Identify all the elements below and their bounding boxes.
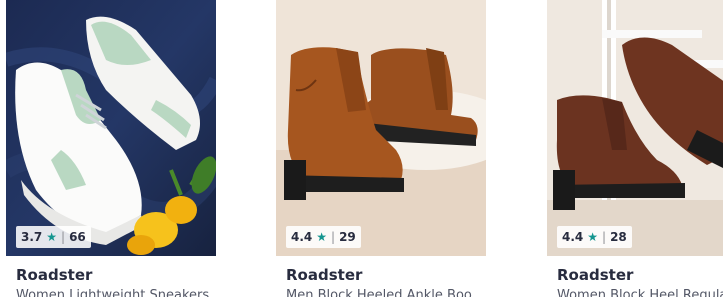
rating-count: 66 — [69, 230, 86, 244]
rating-separator: | — [331, 230, 336, 244]
rating-value: 4.4 — [291, 230, 313, 244]
rating-count: 28 — [610, 230, 627, 244]
product-grid: 3.7 ★ | 66 Roadster Women Lightweight Sn… — [0, 0, 723, 297]
product-image[interactable]: 4.4 ★ | 29 — [276, 0, 486, 256]
rating-value: 3.7 — [21, 230, 43, 244]
product-name: Women Lightweight Sneakers — [16, 288, 210, 297]
rating-separator: | — [61, 230, 66, 244]
rating-badge: 3.7 ★ | 66 — [16, 226, 91, 248]
product-card[interactable]: 3.7 ★ | 66 Roadster Women Lightweight Sn… — [6, 0, 216, 297]
product-image[interactable]: 3.7 ★ | 66 — [6, 0, 216, 256]
rating-badge: 4.4 ★ | 28 — [557, 226, 632, 248]
product-card[interactable]: 4.4 ★ | 28 Roadster Women Block Heel Reg… — [547, 0, 723, 297]
product-brand: Roadster — [16, 266, 93, 284]
rating-badge: 4.4 ★ | 29 — [286, 226, 361, 248]
star-icon: ★ — [587, 230, 599, 244]
star-icon: ★ — [46, 230, 58, 244]
product-brand: Roadster — [557, 266, 634, 284]
product-image[interactable]: 4.4 ★ | 28 — [547, 0, 723, 256]
product-name: Men Block Heeled Ankle Boo — [286, 288, 472, 297]
rating-value: 4.4 — [562, 230, 584, 244]
product-name: Women Block Heel Regular — [557, 288, 723, 297]
star-icon: ★ — [316, 230, 328, 244]
rating-count: 29 — [339, 230, 356, 244]
rating-separator: | — [602, 230, 607, 244]
product-card[interactable]: 4.4 ★ | 29 Roadster Men Block Heeled Ank… — [276, 0, 486, 297]
product-brand: Roadster — [286, 266, 363, 284]
